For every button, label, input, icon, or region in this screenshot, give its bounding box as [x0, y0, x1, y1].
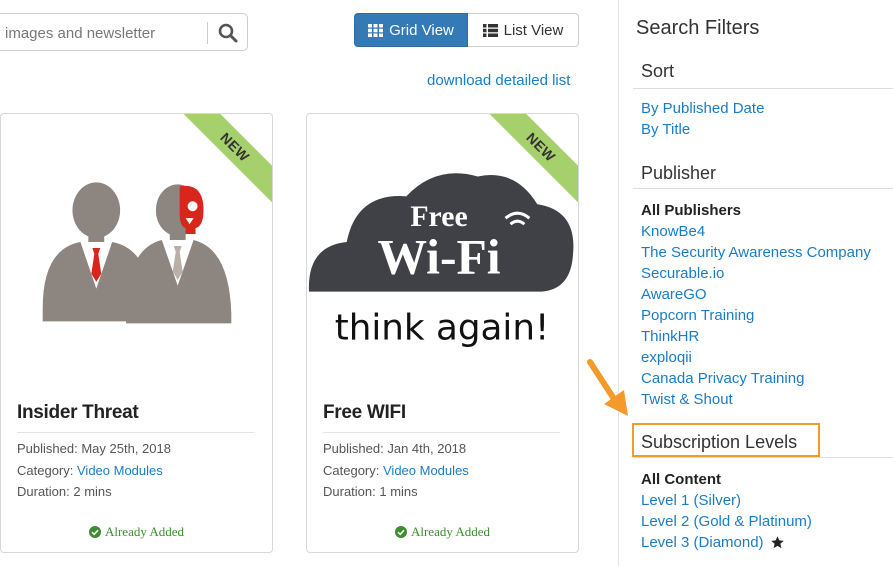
published-date: Jan 4th, 2018 [387, 441, 467, 456]
sort-by-published-date[interactable]: By Published Date [641, 98, 764, 119]
status-text: Already Added [410, 524, 491, 539]
publisher-options: All Publishers KnowBe4 The Security Awar… [641, 200, 871, 410]
category-label: Category: [323, 463, 380, 478]
card-divider [17, 432, 254, 433]
card-published: Published: Jan 4th, 2018 [323, 441, 466, 456]
grid-view-button[interactable]: Grid View [354, 13, 468, 47]
subscription-item[interactable]: Level 2 (Gold & Platinum) [641, 511, 812, 532]
new-ribbon: NEW [486, 114, 578, 206]
category-label: Category: [17, 463, 74, 478]
list-icon [482, 23, 498, 37]
published-label: Published: [323, 441, 384, 456]
publisher-item[interactable]: Twist & Shout [641, 389, 871, 410]
publisher-item[interactable]: AwareGO [641, 284, 871, 305]
grid-icon [368, 23, 384, 37]
sidebar-divider [618, 0, 619, 566]
subscription-options: All Content Level 1 (Silver) Level 2 (Go… [641, 469, 812, 553]
subscription-heading: Subscription Levels [641, 432, 798, 452]
search-button[interactable] [213, 18, 243, 48]
wifi-text-think: think again! [335, 307, 550, 348]
card-duration: Duration: 1 mins [323, 484, 418, 499]
sort-underline [633, 88, 893, 89]
sort-by-title[interactable]: By Title [641, 119, 764, 140]
new-ribbon-label: NEW [180, 114, 272, 203]
star-icon [770, 536, 784, 549]
publisher-item[interactable]: The Security Awareness Company [641, 242, 871, 263]
sort-options: By Published Date By Title [641, 98, 764, 140]
search-icon [218, 23, 238, 43]
new-ribbon-label: NEW [486, 114, 578, 203]
publisher-item[interactable]: Securable.io [641, 263, 871, 284]
card-divider [323, 432, 560, 433]
module-card[interactable]: Free Wi-Fi think again! NEW Free WIFI Pu… [306, 113, 579, 553]
published-label: Published: [17, 441, 78, 456]
card-category: Category: Video Modules [17, 463, 163, 478]
search-box [0, 13, 248, 51]
published-date: May 25th, 2018 [81, 441, 171, 456]
publisher-item[interactable]: Popcorn Training [641, 305, 871, 326]
grid-view-label: Grid View [389, 21, 454, 39]
search-input[interactable] [5, 22, 195, 44]
list-view-button[interactable]: List View [468, 13, 579, 47]
status-text: Already Added [104, 524, 185, 539]
download-detailed-list-link[interactable]: download detailed list [427, 72, 570, 89]
already-added-status: Already Added [307, 524, 578, 540]
check-circle-icon [394, 526, 407, 538]
duration-value: 1 mins [379, 484, 418, 499]
duration-label: Duration: [17, 484, 70, 499]
card-title[interactable]: Free WIFI [323, 402, 406, 424]
subscription-item-row: Level 3 (Diamond) [641, 532, 812, 553]
subscription-underline [633, 457, 893, 458]
publisher-heading: Publisher [641, 163, 717, 183]
annotation-arrow-icon [587, 359, 628, 416]
duration-value: 2 mins [73, 484, 112, 499]
module-card[interactable]: NEW Insider Threat Published: May 25th, … [0, 113, 273, 553]
wifi-text-wifi: Wi-Fi [377, 230, 500, 285]
publisher-underline [633, 188, 893, 189]
subscription-item[interactable]: Level 3 (Diamond) [641, 532, 764, 553]
subscription-item[interactable]: Level 1 (Silver) [641, 490, 812, 511]
new-ribbon: NEW [180, 114, 272, 206]
publisher-item[interactable]: exploqii [641, 347, 871, 368]
duration-label: Duration: [323, 484, 376, 499]
list-view-label: List View [503, 21, 564, 39]
check-circle-icon [88, 526, 101, 538]
view-toggle: Grid View List View [354, 13, 579, 47]
publisher-current: All Publishers [641, 202, 742, 219]
card-title[interactable]: Insider Threat [17, 402, 139, 424]
sort-heading: Sort [641, 61, 675, 81]
card-duration: Duration: 2 mins [17, 484, 112, 499]
card-published: Published: May 25th, 2018 [17, 441, 171, 456]
category-link[interactable]: Video Modules [383, 463, 469, 478]
category-link[interactable]: Video Modules [77, 463, 163, 478]
search-divider [207, 22, 208, 44]
publisher-item[interactable]: KnowBe4 [641, 221, 871, 242]
card-category: Category: Video Modules [323, 463, 469, 478]
sidebar-title: Search Filters [636, 17, 760, 39]
subscription-current: All Content [641, 471, 721, 488]
wifi-text-free: Free [410, 200, 467, 233]
publisher-item[interactable]: Canada Privacy Training [641, 368, 871, 389]
already-added-status: Already Added [1, 524, 272, 540]
publisher-item[interactable]: ThinkHR [641, 326, 871, 347]
